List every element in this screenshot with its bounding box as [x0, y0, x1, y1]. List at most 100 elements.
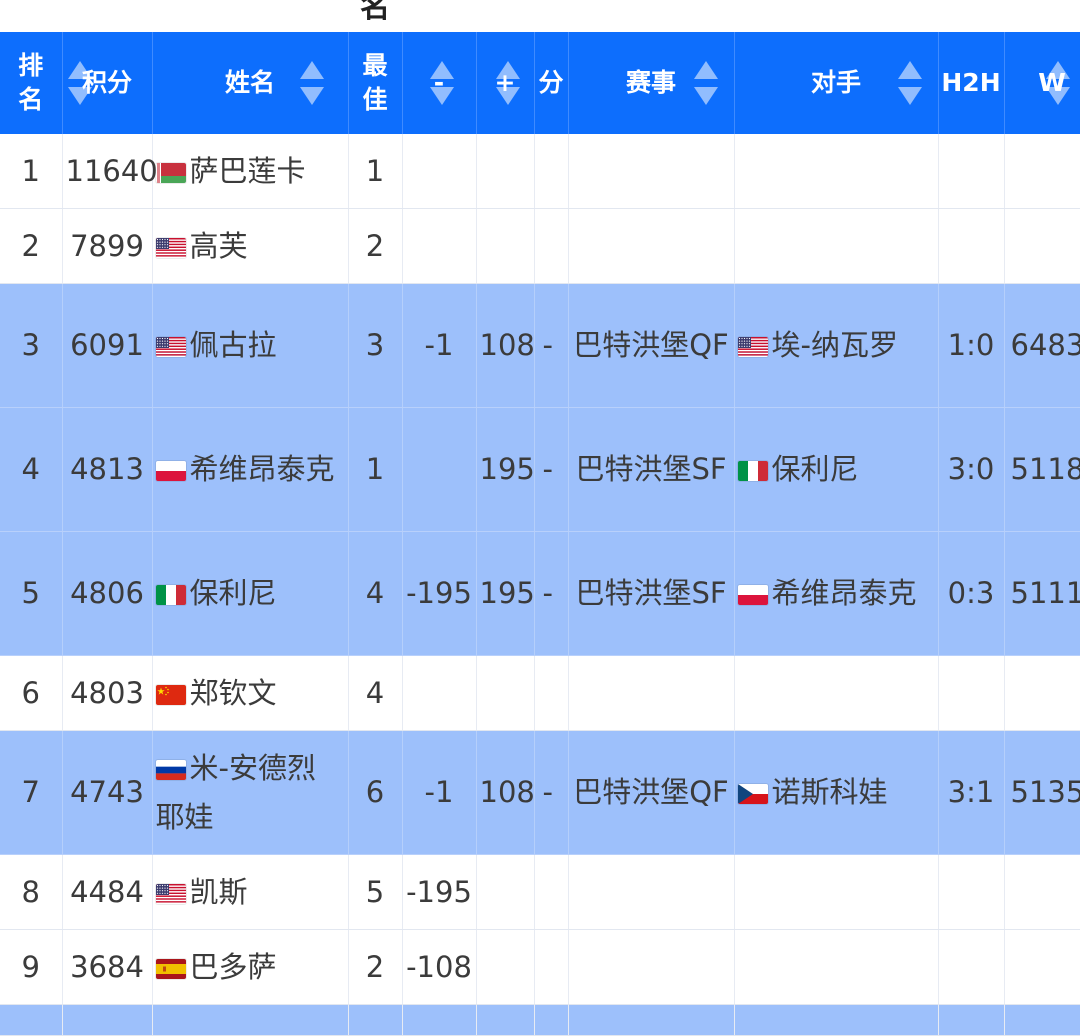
cell-w [1004, 134, 1080, 209]
sort-arrows-icon[interactable] [897, 61, 922, 105]
cell-fen: - [534, 407, 569, 532]
cell-w [1004, 854, 1080, 930]
table-row[interactable]: 8 4484 凯斯 5 -195 [0, 854, 1080, 930]
cell-empty [534, 1004, 569, 1036]
cell-points: 3684 [62, 929, 153, 1005]
header-w[interactable]: W [1004, 32, 1080, 134]
header-rank-label: 排名 [18, 51, 44, 114]
player-name[interactable]: 凯斯 [190, 875, 248, 909]
header-best: 最佳 [348, 32, 403, 134]
cell-opponent [734, 929, 939, 1005]
table-row[interactable]: 9 3684 巴多萨 2 -108 [0, 929, 1080, 1005]
cell-points: 11640 [62, 134, 158, 209]
cell-rank: 9 [0, 929, 63, 1005]
player-name[interactable]: 郑钦文 [190, 676, 277, 710]
player-name[interactable]: 佩古拉 [190, 328, 277, 362]
cell-event: 巴特洪堡QF [568, 283, 735, 408]
header-points[interactable]: 积分 [62, 32, 153, 134]
cell-w [1004, 929, 1080, 1005]
header-minus[interactable]: - [402, 32, 477, 134]
header-w-label: W [1038, 68, 1066, 97]
table-row-partial [0, 1004, 1080, 1036]
cell-empty [0, 1004, 63, 1036]
cell-opponent [734, 134, 939, 209]
page-top-strip: 名 [0, 0, 1080, 32]
cell-minus [402, 208, 477, 284]
cell-h2h: 3:1 [938, 730, 1005, 855]
cell-name: 米-安德烈耶娃 [152, 730, 349, 855]
header-plus[interactable]: + [476, 32, 535, 134]
cell-rank: 1 [0, 134, 63, 209]
cell-rank: 6 [0, 655, 63, 731]
cell-name: 萨巴莲卡 [152, 134, 349, 209]
cell-fen: - [534, 283, 569, 408]
player-name[interactable]: 高芙 [190, 229, 248, 263]
table-row[interactable]: 6 4803 郑钦文 4 [0, 655, 1080, 731]
cell-empty [734, 1004, 939, 1036]
pol-flag-icon [737, 585, 768, 605]
header-h2h-label: H2H [941, 68, 1001, 97]
player-name[interactable]: 希维昂泰克 [190, 452, 335, 486]
cell-best: 6 [348, 730, 403, 855]
table-row[interactable]: 7 4743 米-安德烈耶娃 6 -1 108- 巴特洪堡QF 诺斯科娃 3:1 5135 [0, 730, 1080, 855]
cell-empty [568, 1004, 735, 1036]
cell-event [568, 854, 735, 930]
header-fen: 分 [534, 32, 569, 134]
player-name[interactable]: 萨巴莲卡 [190, 154, 306, 188]
cell-empty [152, 1004, 349, 1036]
table-row[interactable]: 4 4813 希维昂泰克 1 195- 巴特洪堡SF 保利尼 3:0 5118 [0, 407, 1080, 532]
cell-plus [476, 929, 535, 1005]
cell-w: 5135 [1004, 730, 1080, 855]
cell-h2h [938, 208, 1005, 284]
cze-flag-icon [737, 784, 768, 804]
cell-plus [476, 655, 535, 731]
table-row[interactable]: 1 11640 萨巴莲卡 1 [0, 134, 1080, 209]
cell-plus [476, 134, 535, 209]
cell-opponent: 希维昂泰克 [734, 531, 939, 656]
cell-empty [348, 1004, 403, 1036]
blr-flag-icon [155, 162, 186, 183]
cell-h2h [938, 929, 1005, 1005]
table-row[interactable]: 5 4806 保利尼 4 -195 195- 巴特洪堡SF 希维昂泰克 0:3 5111 [0, 531, 1080, 656]
sort-arrows-icon[interactable] [299, 61, 324, 105]
ranking-table: 排名 积分 姓名 最佳 - + 分赛事 对手 H2H W 1 11640 萨巴莲卡 1 2 7899 高芙 2 3… [0, 32, 1080, 1036]
cell-h2h [938, 134, 1005, 209]
cell-best: 4 [348, 531, 403, 656]
cell-event [568, 134, 735, 209]
cell-points: 6091 [62, 283, 153, 408]
cell-event [568, 208, 735, 284]
cell-opponent: 保利尼 [734, 407, 939, 532]
cell-name: 郑钦文 [152, 655, 349, 731]
header-opponent[interactable]: 对手 [734, 32, 939, 134]
cell-plus [476, 854, 535, 930]
usa-flag-icon [155, 883, 186, 904]
chn-flag-icon [155, 684, 186, 705]
cell-minus: -1 [402, 730, 477, 855]
table-body: 1 11640 萨巴莲卡 1 2 7899 高芙 2 3 6091 佩古拉 3 -1 108- 巴特洪堡QF… [0, 134, 1080, 1036]
pol-flag-icon [155, 461, 186, 481]
cell-plus: 108 [476, 283, 535, 408]
cell-empty [938, 1004, 1005, 1036]
cell-best: 2 [348, 208, 403, 284]
cell-best: 1 [348, 134, 403, 209]
ita-flag-icon [155, 585, 186, 605]
cell-plus: 108 [476, 730, 535, 855]
player-name[interactable]: 保利尼 [190, 576, 277, 610]
cell-empty [1004, 1004, 1080, 1036]
cell-plus: 195 [476, 531, 535, 656]
cell-best: 4 [348, 655, 403, 731]
cell-points: 4813 [62, 407, 153, 532]
cell-opponent: 诺斯科娃 [734, 730, 939, 855]
header-name[interactable]: 姓名 [152, 32, 349, 134]
cell-minus: -195 [402, 531, 477, 656]
cell-points: 4484 [62, 854, 153, 930]
sort-arrows-icon[interactable] [693, 61, 718, 105]
player-name[interactable]: 巴多萨 [190, 950, 277, 984]
cell-fen [534, 134, 569, 209]
cell-minus [402, 655, 477, 731]
cell-name: 凯斯 [152, 854, 349, 930]
table-row[interactable]: 2 7899 高芙 2 [0, 208, 1080, 284]
table-row[interactable]: 3 6091 佩古拉 3 -1 108- 巴特洪堡QF 埃-纳瓦罗 1:0 6483 [0, 283, 1080, 408]
header-event[interactable]: 赛事 [568, 32, 735, 134]
opponent-name: 保利尼 [771, 452, 859, 486]
